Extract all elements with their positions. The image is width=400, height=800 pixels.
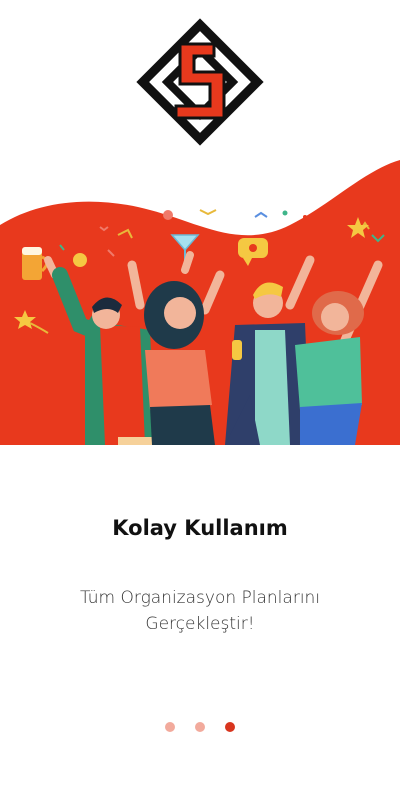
pagination-dot-1[interactable] bbox=[165, 722, 175, 732]
pagination-dot-2[interactable] bbox=[195, 722, 205, 732]
diamond-s-logo-icon bbox=[136, 18, 264, 146]
onboarding-title: Kolay Kullanım bbox=[112, 516, 288, 540]
pagination-dots bbox=[0, 722, 400, 732]
pagination-dot-3[interactable] bbox=[225, 722, 235, 732]
onboarding-subtitle: Tüm Organizasyon Planlarını Gerçekleştir… bbox=[79, 588, 321, 634]
party-people-illustration bbox=[0, 160, 400, 445]
